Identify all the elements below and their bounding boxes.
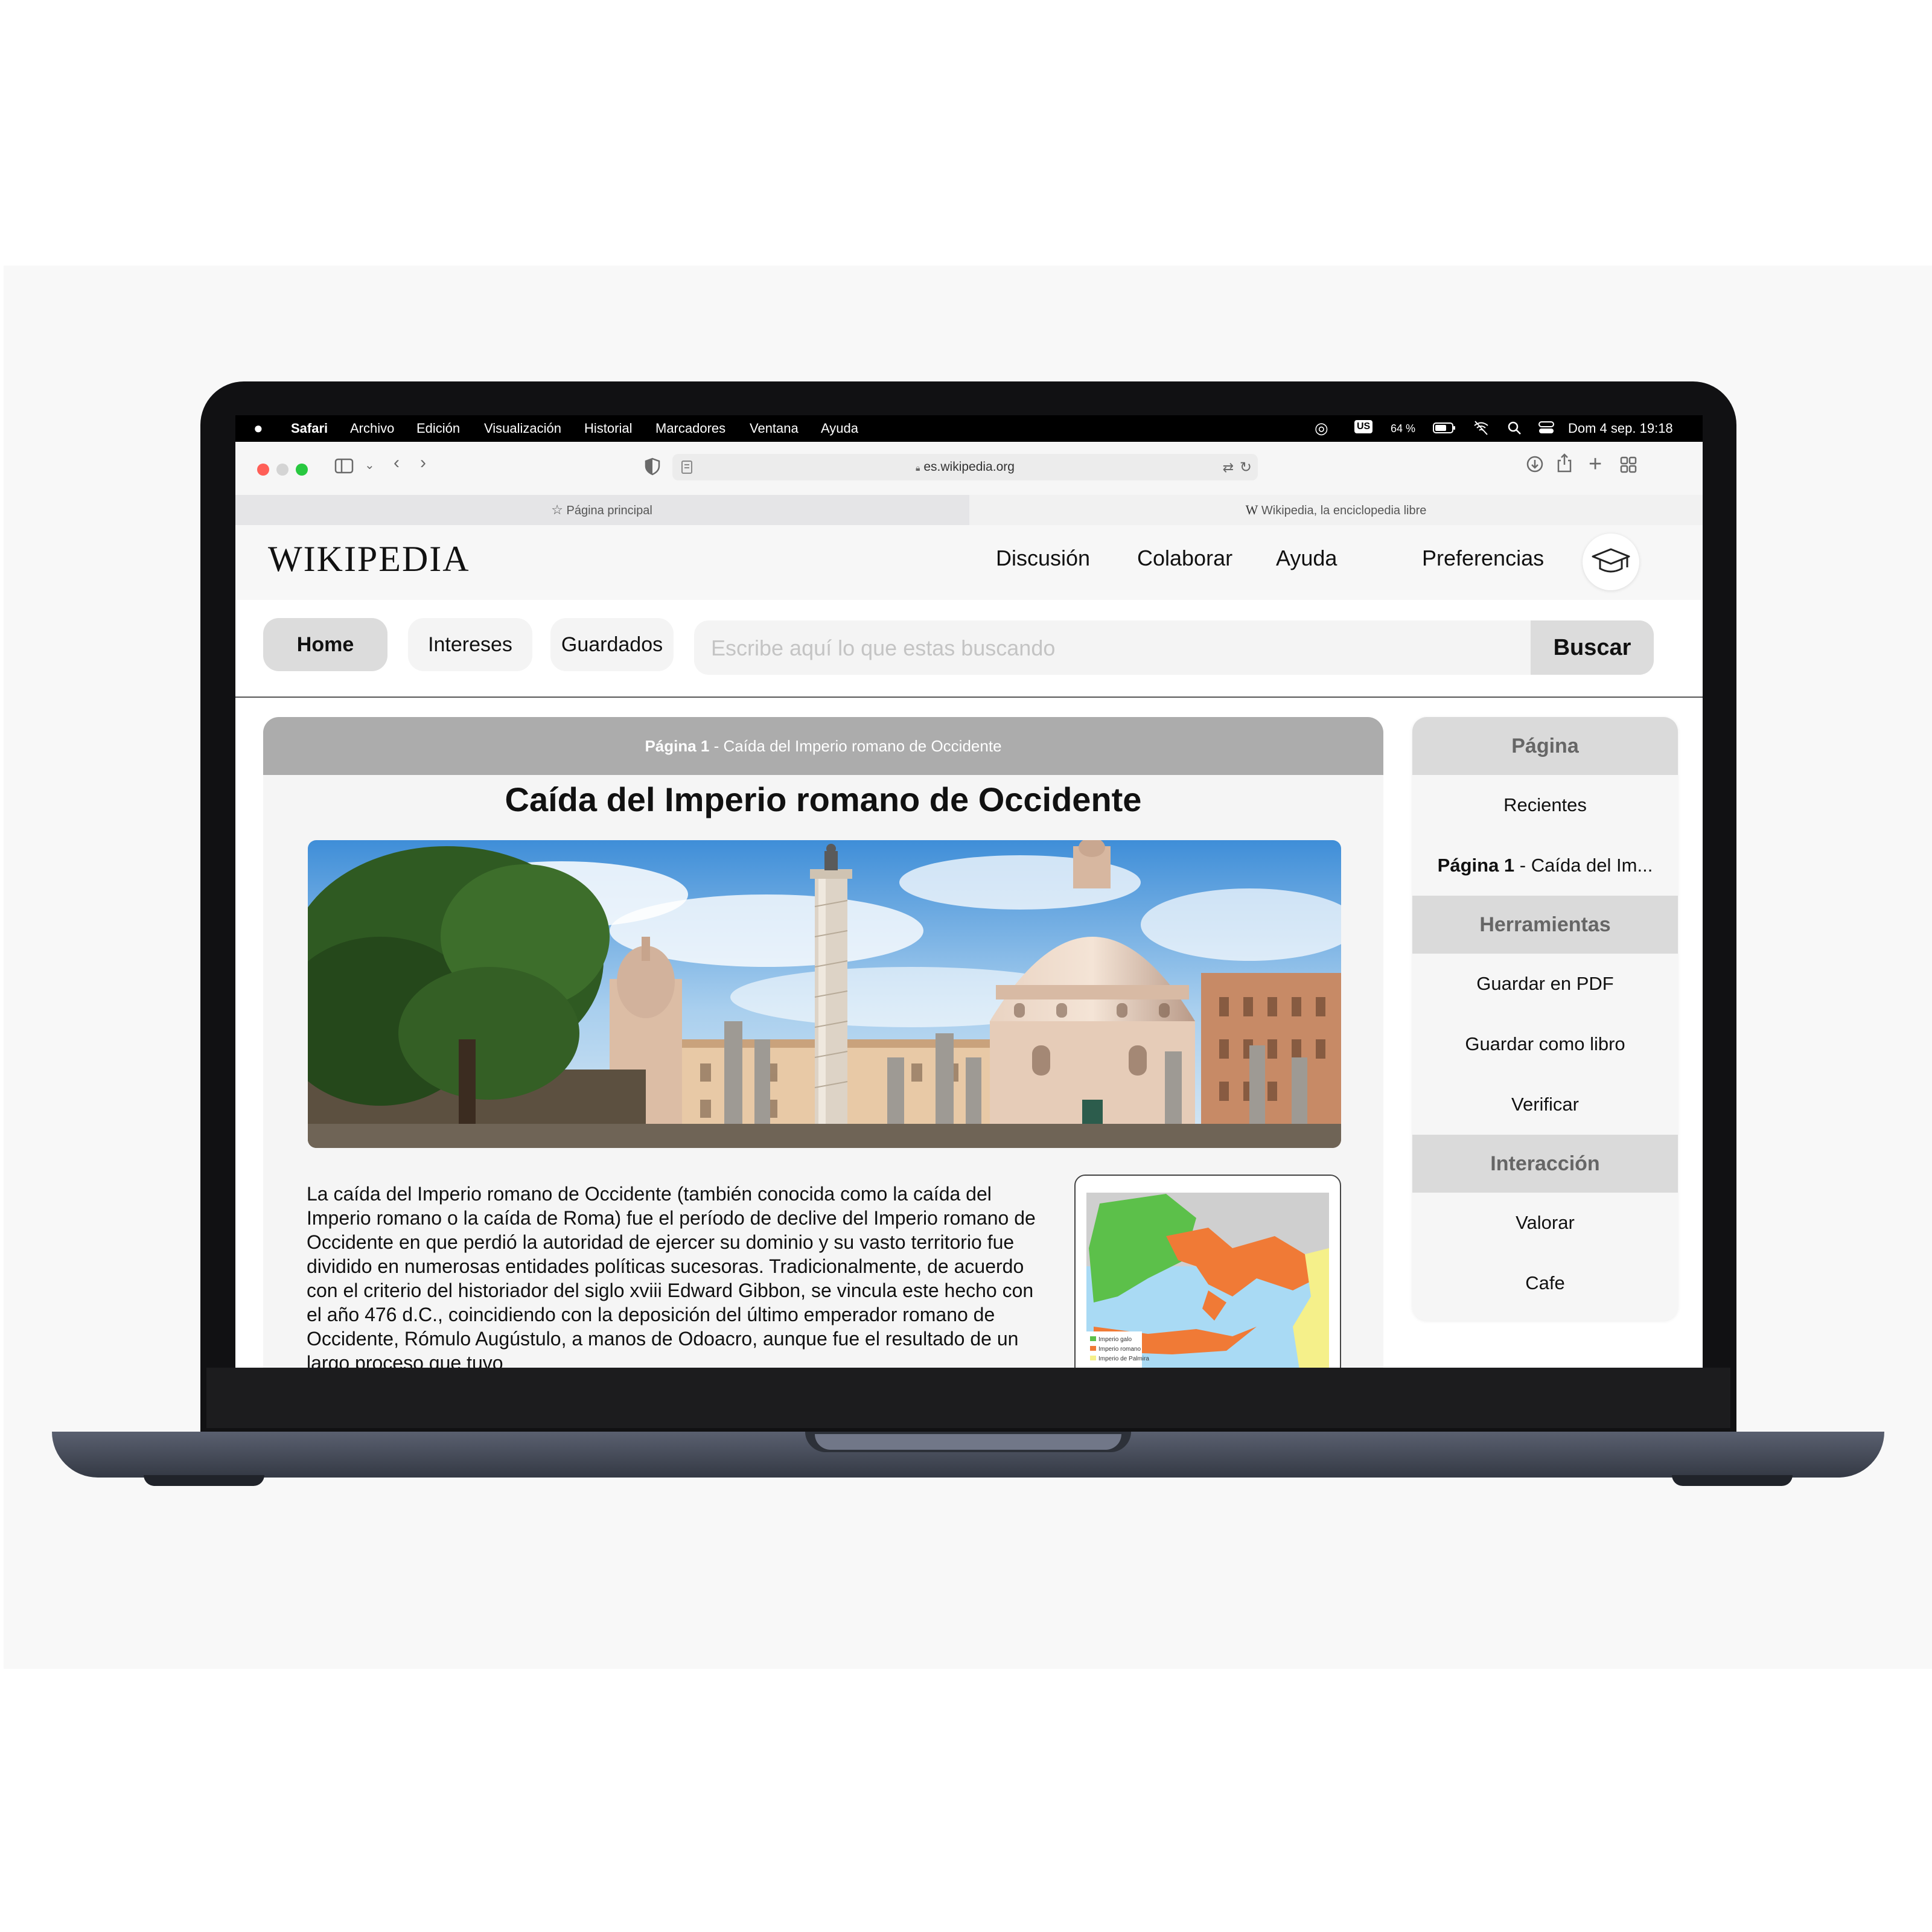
battery-icon[interactable]: [1433, 421, 1457, 438]
menu-historial[interactable]: Historial: [584, 421, 632, 436]
url-text[interactable]: 🔒︎ es.wikipedia.org: [672, 460, 1258, 474]
safari-toolbar: ⌄ ‹ › 🔒︎ es.wikipedia.org ⇄ ↻ +: [235, 442, 1703, 496]
nav-preferencias[interactable]: Preferencias: [1422, 546, 1544, 571]
tab-wikipedia[interactable]: W Wikipedia, la enciclopedia libre: [969, 495, 1703, 525]
pill-home[interactable]: Home: [263, 618, 387, 671]
wiki-header: WIKIPEDIA Discusión Colaborar Ayuda Pref…: [235, 525, 1703, 600]
lock-icon: 🔒︎: [916, 463, 920, 473]
tab-pagina-principal[interactable]: ☆ Página principal: [235, 495, 968, 525]
tab-label: Página principal: [566, 504, 652, 517]
menu-safari[interactable]: Safari: [291, 421, 328, 436]
battery-percent: 64 %: [1391, 422, 1416, 435]
tab-label: Wikipedia, la enciclopedia libre: [1261, 504, 1427, 517]
sidebar-item-guardar-libro[interactable]: Guardar como libro: [1412, 1014, 1678, 1074]
sidebar-item-valorar[interactable]: Valorar: [1412, 1193, 1678, 1253]
apple-menu-icon[interactable]: ●: [253, 419, 263, 438]
tab-overview-icon[interactable]: [1620, 456, 1637, 478]
menu-visualizacion[interactable]: Visualización: [484, 421, 561, 436]
menu-archivo[interactable]: Archivo: [350, 421, 394, 436]
laptop-notch-inner: [815, 1434, 1121, 1450]
nav-ayuda[interactable]: Ayuda: [1276, 546, 1337, 571]
laptop-foot-left: [144, 1475, 264, 1486]
nav-colaborar[interactable]: Colaborar: [1137, 546, 1232, 571]
minimize-window-button[interactable]: [276, 464, 289, 476]
downloads-icon[interactable]: [1526, 455, 1544, 478]
sidebar-page-title: - Caída del Im...: [1514, 855, 1653, 876]
sidebar-section-interaccion: Interacción: [1412, 1135, 1678, 1193]
pill-guardados[interactable]: Guardados: [550, 618, 674, 671]
breadcrumb-title: - Caída del Imperio romano de Occidente: [709, 737, 1002, 755]
reload-icon[interactable]: ↻: [1240, 459, 1252, 476]
learning-button[interactable]: [1583, 534, 1639, 590]
clock[interactable]: Dom 4 sep. 19:18: [1568, 421, 1673, 436]
menu-ventana[interactable]: Ventana: [750, 421, 799, 436]
close-window-button[interactable]: [257, 464, 269, 476]
chevron-down-icon[interactable]: ⌄: [365, 457, 375, 473]
menu-ayuda[interactable]: Ayuda: [821, 421, 858, 436]
laptop-foot-right: [1672, 1475, 1793, 1486]
share-icon[interactable]: [1556, 453, 1573, 478]
star-icon: ☆: [551, 502, 563, 517]
tab-strip: ☆ Página principal W Wikipedia, la encic…: [235, 495, 1703, 526]
article-card: Página 1 - Caída del Imperio romano de O…: [263, 717, 1383, 1368]
translate-icon[interactable]: ⇄: [1223, 460, 1234, 476]
sidebar-section-herramientas: Herramientas: [1412, 896, 1678, 954]
wifi-off-icon[interactable]: [1473, 420, 1490, 439]
nav-discusion[interactable]: Discusión: [996, 546, 1090, 571]
menu-marcadores[interactable]: Marcadores: [655, 421, 725, 436]
control-center-icon[interactable]: [1538, 420, 1555, 439]
new-tab-icon[interactable]: +: [1589, 451, 1602, 477]
search-button[interactable]: Buscar: [1531, 620, 1654, 675]
article-breadcrumb: Página 1 - Caída del Imperio romano de O…: [263, 717, 1383, 775]
keyboard-layout-icon[interactable]: US: [1354, 420, 1373, 433]
forward-icon[interactable]: ›: [420, 453, 426, 473]
sidebar-toggle-icon[interactable]: [334, 457, 355, 479]
article-body: La caída del Imperio romano de Occidente…: [307, 1183, 1036, 1368]
wikipedia-favicon-icon: W: [1245, 502, 1258, 517]
wikipedia-logo[interactable]: WIKIPEDIA: [268, 538, 470, 580]
menu-bar: ● Safari Archivo Edición Visualización H…: [235, 415, 1703, 442]
map-legend-gaul: Imperio galo: [1098, 1336, 1132, 1343]
sidebar-page-number: Página 1: [1437, 855, 1515, 876]
graduation-cap-icon: [1591, 547, 1631, 580]
laptop-chin: [206, 1368, 1730, 1428]
sidebar-section-pagina: Página: [1412, 717, 1678, 775]
sidebar-item-recientes[interactable]: Recientes: [1412, 775, 1678, 835]
sidebar-item-cafe[interactable]: Cafe: [1412, 1253, 1678, 1313]
sidebar-panel: Página Recientes Página 1 - Caída del Im…: [1412, 717, 1678, 1321]
wiki-nav-row: Home Intereses Guardados Buscar: [235, 600, 1703, 698]
address-bar[interactable]: 🔒︎ es.wikipedia.org ⇄ ↻: [672, 454, 1258, 480]
menu-edicion[interactable]: Edición: [416, 421, 460, 436]
creative-cloud-icon[interactable]: ◎: [1315, 419, 1328, 438]
sidebar-item-guardar-pdf[interactable]: Guardar en PDF: [1412, 954, 1678, 1014]
zoom-window-button[interactable]: [296, 464, 308, 476]
spotlight-search-icon[interactable]: [1506, 420, 1522, 439]
article-title: Caída del Imperio romano de Occidente: [505, 780, 1142, 818]
hero-image-rome[interactable]: [308, 840, 1341, 1148]
search-input[interactable]: [710, 620, 1527, 676]
pill-intereses[interactable]: Intereses: [408, 618, 532, 671]
breadcrumb-page: Página 1: [645, 737, 710, 755]
map-legend-palmyra: Imperio de Palmira: [1098, 1356, 1149, 1362]
search-box: Buscar: [694, 620, 1654, 676]
map-thumbnail[interactable]: Imperio galo Imperio romano Imperio de P…: [1074, 1175, 1341, 1368]
sidebar-item-verificar[interactable]: Verificar: [1412, 1074, 1678, 1135]
map-legend-rome: Imperio romano: [1098, 1346, 1141, 1353]
screen: ● Safari Archivo Edición Visualización H…: [235, 415, 1703, 1368]
back-icon[interactable]: ‹: [394, 453, 400, 473]
sidebar-item-current-page[interactable]: Página 1 - Caída del Im...: [1412, 835, 1678, 896]
url-value: es.wikipedia.org: [923, 460, 1015, 474]
privacy-shield-icon[interactable]: [645, 457, 660, 480]
